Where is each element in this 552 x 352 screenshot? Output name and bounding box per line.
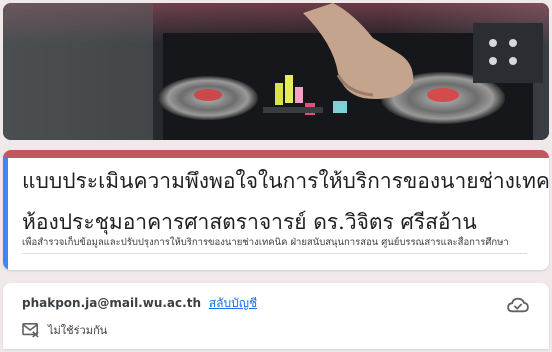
form-title-line-1: แบบประเมินความพึงพอใจในการให้บริการของนา… [22,169,549,193]
header-banner-image [3,3,549,140]
account-row: phakpon.ja@mail.wu.ac.th สลับบัญชี [22,294,257,313]
not-shared-label: ไม่ใช้ร่วมกัน [48,324,108,337]
switch-account-link[interactable]: สลับบัญชี [209,296,257,310]
cloud-saved-icon[interactable] [507,296,529,314]
not-shared-row: ไม่ใช้ร่วมกัน [22,321,107,339]
focus-indicator [3,158,8,270]
accent-strip [3,150,549,158]
form-title-card: แบบประเมินความพึงพอใจในการให้บริการของนา… [3,150,549,270]
form-title: แบบประเมินความพึงพอใจในการให้บริการของนา… [22,161,549,243]
dj-turntable-image [3,3,549,140]
mail-off-icon [22,322,39,338]
form-description: เพื่อสำรวจเก็บข้อมูลและปรับปรุงการให้บริ… [22,237,509,248]
account-email: phakpon.ja@mail.wu.ac.th [22,296,201,310]
divider [22,253,527,254]
account-card: phakpon.ja@mail.wu.ac.th สลับบัญชี ไม่ใช… [3,283,549,349]
